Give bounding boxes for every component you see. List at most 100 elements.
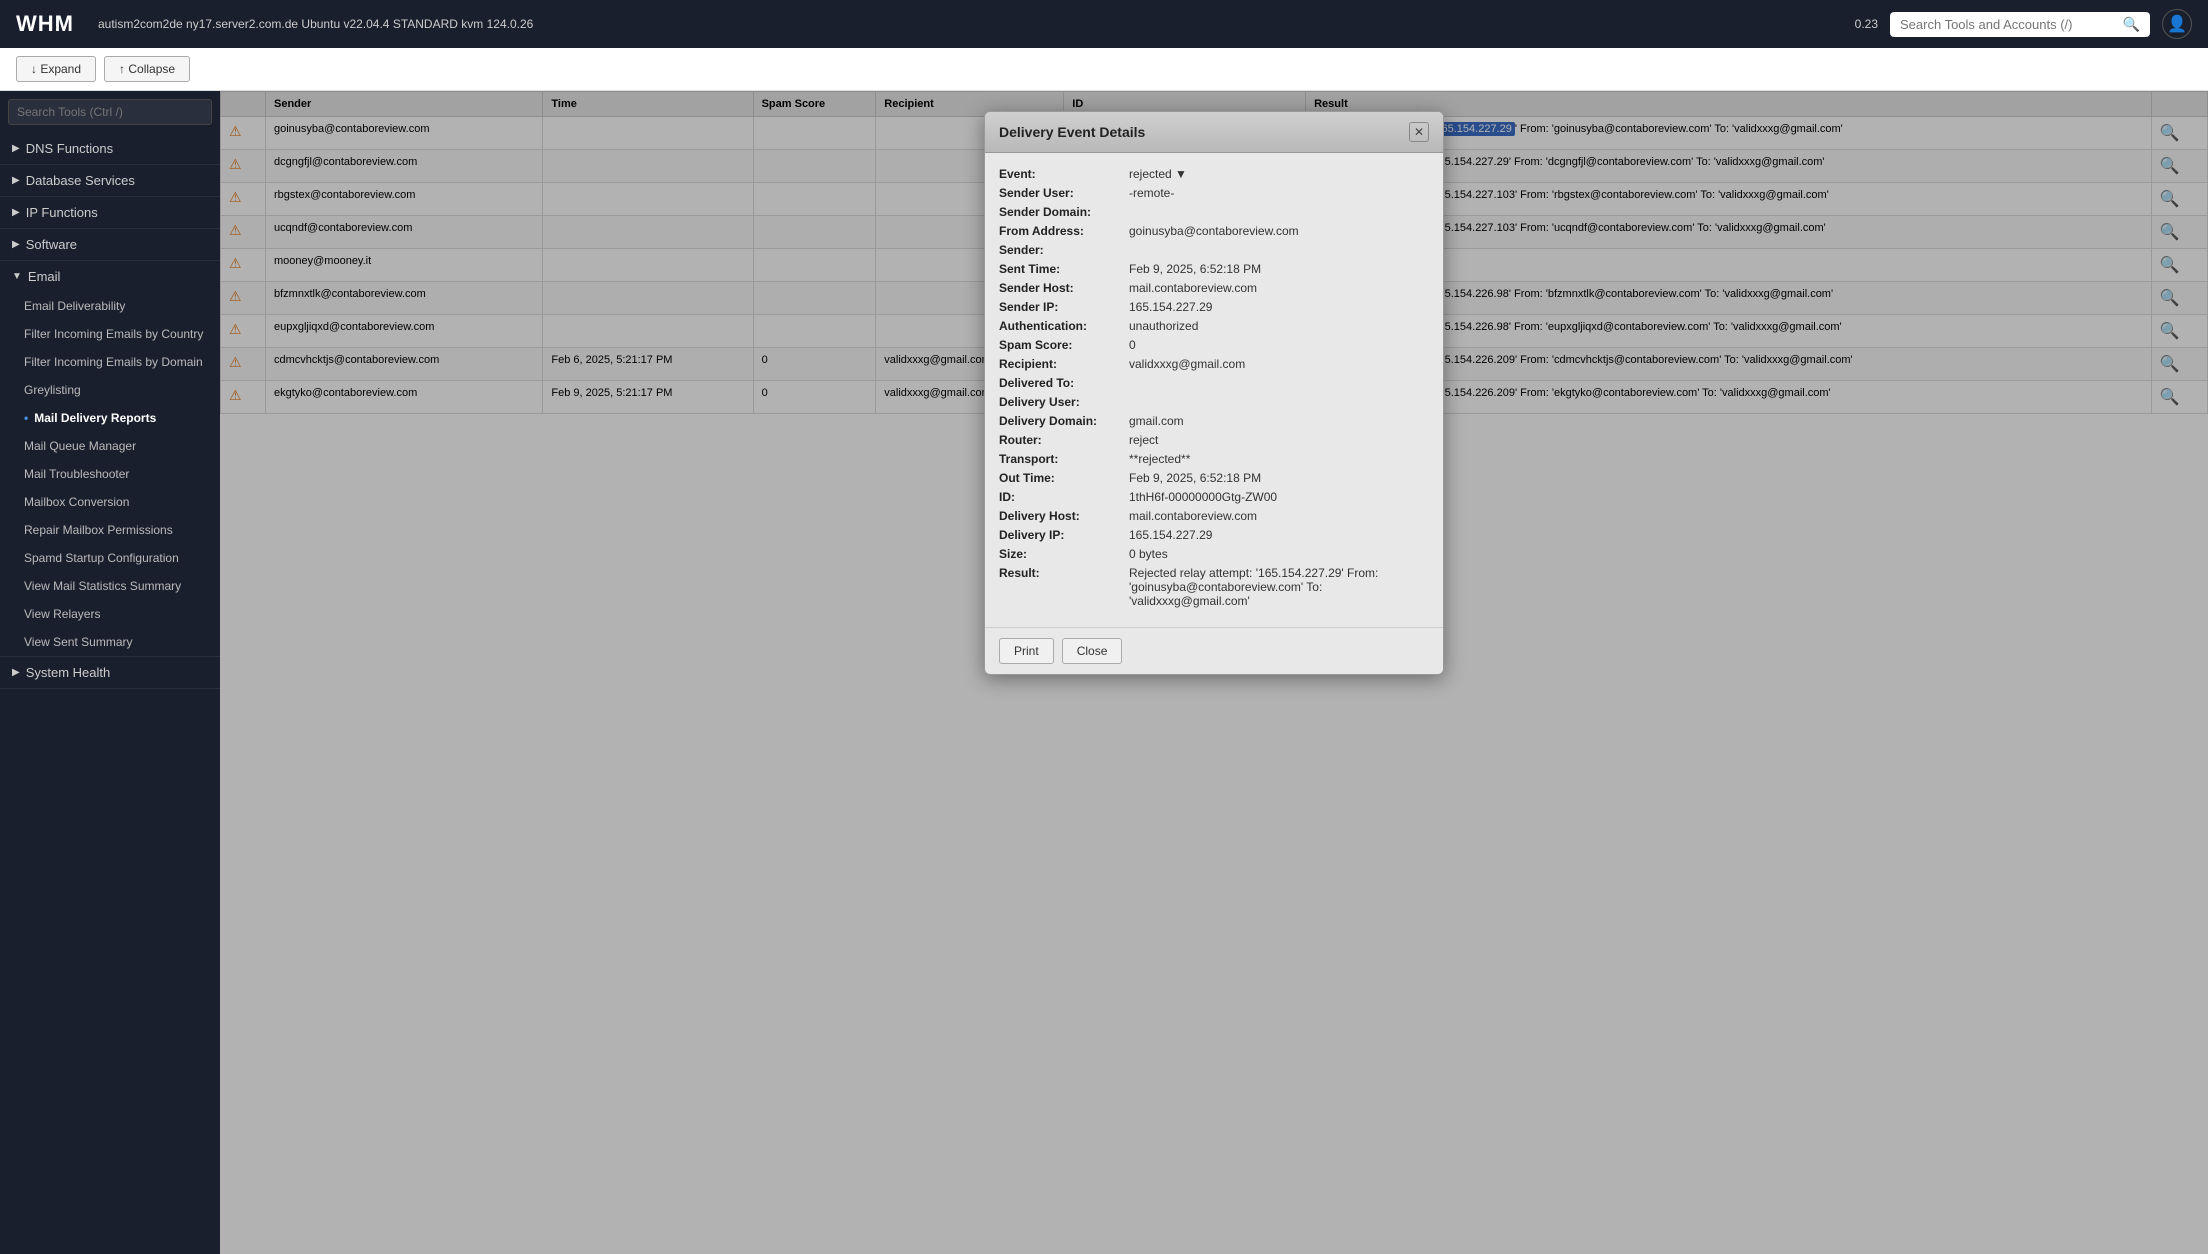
modal-field-value: mail.contaboreview.com [1129, 509, 1429, 523]
modal-field-value: unauthorized [1129, 319, 1429, 333]
modal-field-label: From Address: [999, 224, 1129, 238]
global-search-icon[interactable]: 🔍 [2123, 16, 2140, 33]
modal-footer: Print Close [985, 627, 1443, 674]
view-sent-label: View Sent Summary [24, 635, 133, 649]
collapse-button[interactable]: ↑ Collapse [104, 56, 190, 82]
repair-mailbox-label: Repair Mailbox Permissions [24, 523, 173, 537]
modal-field-row: Delivery Host: mail.contaboreview.com [999, 509, 1429, 523]
sidebar-section-db: ▶ Database Services [0, 165, 220, 197]
modal-field-value: Feb 9, 2025, 6:52:18 PM [1129, 471, 1429, 485]
server-info: autism2com2de ny17.server2.com.de Ubuntu… [98, 17, 1855, 31]
modal-close-footer-button[interactable]: Close [1062, 638, 1123, 664]
modal-title: Delivery Event Details [999, 124, 1145, 140]
software-arrow-icon: ▶ [12, 239, 20, 250]
sidebar-section-dns-header[interactable]: ▶ DNS Functions [0, 133, 220, 164]
modal-header: Delivery Event Details ✕ [985, 112, 1443, 153]
sidebar-section-ip-label: IP Functions [26, 205, 98, 220]
modal-field-label: Size: [999, 547, 1129, 561]
modal-field-row: Authentication: unauthorized [999, 319, 1429, 333]
modal-overlay: Delivery Event Details ✕ Event: rejected… [220, 91, 2208, 1254]
mail-stats-label: View Mail Statistics Summary [24, 579, 181, 593]
modal-field-row: Delivery User: [999, 395, 1429, 409]
sidebar-search-input[interactable] [8, 99, 212, 125]
email-arrow-icon: ▼ [12, 271, 22, 282]
modal-field-row: Spam Score: 0 [999, 338, 1429, 352]
sidebar-section-email-header[interactable]: ▼ Email [0, 261, 220, 292]
toolbar: ↓ Expand ↑ Collapse [0, 48, 2208, 91]
sidebar-item-mail-queue[interactable]: Mail Queue Manager [0, 432, 220, 460]
modal-field-label: Sender User: [999, 186, 1129, 200]
modal-field-value: reject [1129, 433, 1429, 447]
expand-button[interactable]: ↓ Expand [16, 56, 96, 82]
modal-field-label: Delivery Host: [999, 509, 1129, 523]
modal-field-value: 165.154.227.29 [1129, 528, 1429, 542]
sidebar-section-dns-label: DNS Functions [26, 141, 113, 156]
modal-print-button[interactable]: Print [999, 638, 1054, 664]
modal-field-value: goinusyba@contaboreview.com [1129, 224, 1429, 238]
modal-field-row: Router: reject [999, 433, 1429, 447]
sidebar-search-container[interactable] [0, 91, 220, 133]
modal-field-label: Sender: [999, 243, 1129, 257]
sidebar-section-ip-header[interactable]: ▶ IP Functions [0, 197, 220, 228]
sidebar-section-ip: ▶ IP Functions [0, 197, 220, 229]
sidebar-item-mailbox-conversion[interactable]: Mailbox Conversion [0, 488, 220, 516]
modal-field-row: Sender Domain: [999, 205, 1429, 219]
version-label: 0.23 [1855, 17, 1878, 31]
ip-arrow-icon: ▶ [12, 207, 20, 218]
sidebar-item-spamd[interactable]: Spamd Startup Configuration [0, 544, 220, 572]
modal-field-label: Authentication: [999, 319, 1129, 333]
modal-field-row: Sender Host: mail.contaboreview.com [999, 281, 1429, 295]
modal-field-label: Spam Score: [999, 338, 1129, 352]
sidebar-item-view-sent[interactable]: View Sent Summary [0, 628, 220, 656]
sidebar-item-mail-troubleshooter[interactable]: Mail Troubleshooter [0, 460, 220, 488]
modal-field-value: -remote- [1129, 186, 1429, 200]
dns-arrow-icon: ▶ [12, 143, 20, 154]
modal-field-label: ID: [999, 490, 1129, 504]
sidebar-section-email: ▼ Email Email Deliverability Filter Inco… [0, 261, 220, 657]
mailbox-conversion-label: Mailbox Conversion [24, 495, 129, 509]
modal-field-row: Sender User: -remote- [999, 186, 1429, 200]
modal-close-button[interactable]: ✕ [1409, 122, 1429, 142]
modal-field-value: rejected ▼ [1129, 167, 1429, 181]
modal-field-row: Sent Time: Feb 9, 2025, 6:52:18 PM [999, 262, 1429, 276]
spamd-label: Spamd Startup Configuration [24, 551, 179, 565]
sidebar-item-filter-country[interactable]: Filter Incoming Emails by Country [0, 320, 220, 348]
sidebar-item-greylisting[interactable]: Greylisting [0, 376, 220, 404]
user-avatar[interactable]: 👤 [2162, 9, 2192, 39]
sidebar-item-mail-delivery[interactable]: • Mail Delivery Reports [0, 404, 220, 432]
modal-field-value: **rejected** [1129, 452, 1429, 466]
modal-field-value: 0 bytes [1129, 547, 1429, 561]
global-search-input[interactable] [1900, 17, 2123, 32]
mail-troubleshooter-label: Mail Troubleshooter [24, 467, 129, 481]
modal-field-value: 0 [1129, 338, 1429, 352]
sidebar-section-dns: ▶ DNS Functions [0, 133, 220, 165]
sidebar-item-email-deliverability[interactable]: Email Deliverability [0, 292, 220, 320]
sidebar-item-filter-domain[interactable]: Filter Incoming Emails by Domain [0, 348, 220, 376]
modal-field-label: Transport: [999, 452, 1129, 466]
modal-field-row: From Address: goinusyba@contaboreview.co… [999, 224, 1429, 238]
modal-field-row: Size: 0 bytes [999, 547, 1429, 561]
modal-field-label: Recipient: [999, 357, 1129, 371]
main-layout: ▶ DNS Functions ▶ Database Services ▶ IP… [0, 91, 2208, 1254]
view-relayers-label: View Relayers [24, 607, 100, 621]
sidebar-section-email-label: Email [28, 269, 61, 284]
modal-field-label: Sender Host: [999, 281, 1129, 295]
global-search-box[interactable]: 🔍 [1890, 12, 2150, 37]
modal-field-row: Out Time: Feb 9, 2025, 6:52:18 PM [999, 471, 1429, 485]
modal-field-row: Transport: **rejected** [999, 452, 1429, 466]
modal-field-row: Delivered To: [999, 376, 1429, 390]
sidebar-item-mail-stats[interactable]: View Mail Statistics Summary [0, 572, 220, 600]
delivery-event-modal: Delivery Event Details ✕ Event: rejected… [984, 111, 1444, 675]
sidebar-section-software-label: Software [26, 237, 77, 252]
header-right: 0.23 🔍 👤 [1855, 9, 2192, 39]
modal-body: Event: rejected ▼ Sender User: -remote- … [985, 153, 1443, 627]
modal-field-row: Delivery Domain: gmail.com [999, 414, 1429, 428]
sidebar-item-view-relayers[interactable]: View Relayers [0, 600, 220, 628]
modal-field-value: mail.contaboreview.com [1129, 281, 1429, 295]
greylisting-label: Greylisting [24, 383, 81, 397]
sidebar-item-repair-mailbox[interactable]: Repair Mailbox Permissions [0, 516, 220, 544]
sidebar-section-software-header[interactable]: ▶ Software [0, 229, 220, 260]
sidebar-section-db-header[interactable]: ▶ Database Services [0, 165, 220, 196]
sidebar-section-system-health-header[interactable]: ▶ System Health [0, 657, 220, 688]
filter-domain-label: Filter Incoming Emails by Domain [24, 355, 203, 369]
